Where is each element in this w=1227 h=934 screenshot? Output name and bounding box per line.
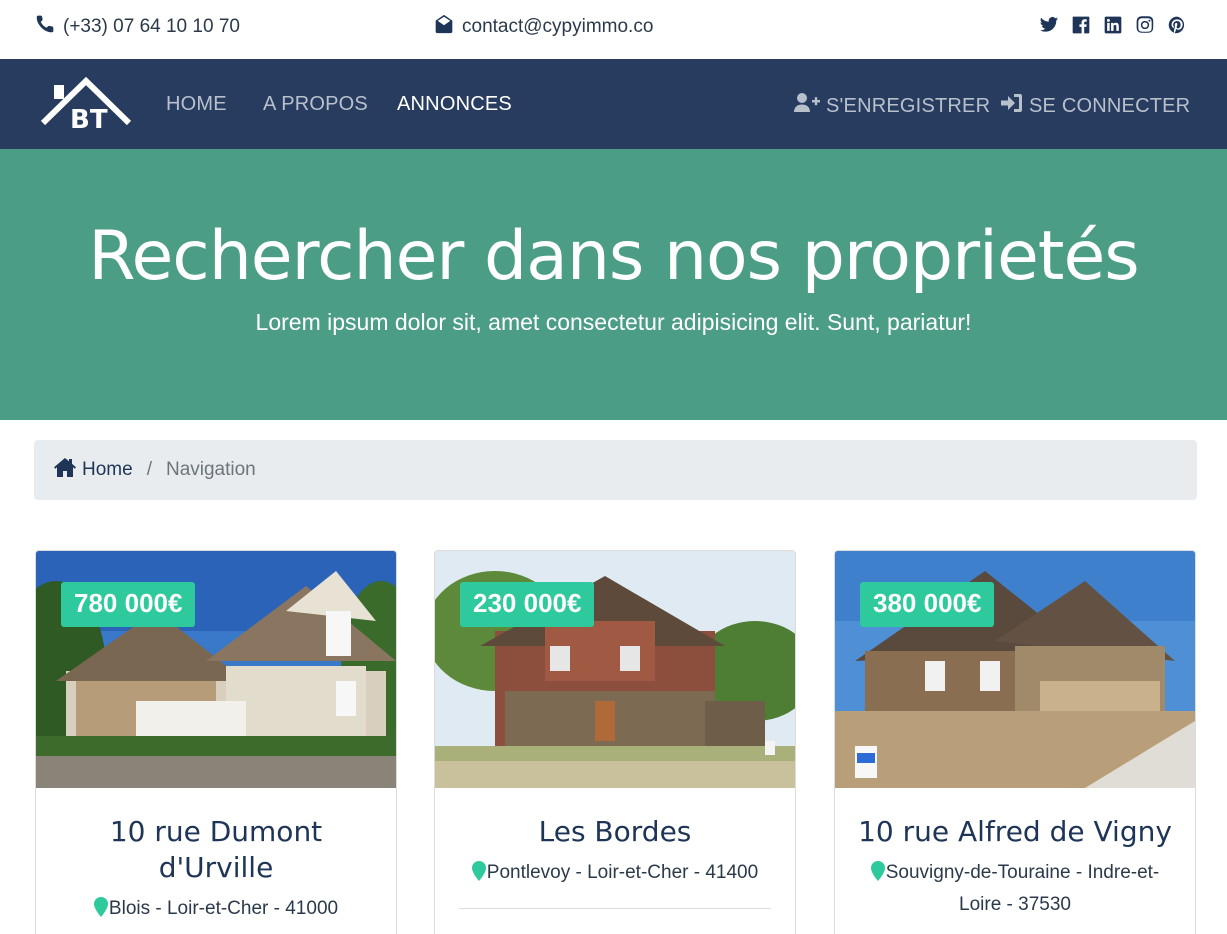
listing-title[interactable]: Les Bordes (453, 814, 777, 850)
card-body: Les Bordes Pontlevoy - Loir-et-Cher - 41… (435, 788, 795, 909)
nav-listings[interactable]: ANNONCES (397, 93, 512, 116)
listing-title[interactable]: 10 rue Alfred de Vigny (853, 814, 1177, 850)
login-label: SE CONNECTER (1029, 94, 1191, 117)
sign-in-icon (1001, 93, 1023, 119)
register-label: S'ENREGISTRER (826, 94, 991, 117)
card-body: 10 rue Alfred de Vigny Souvigny-de-Toura… (835, 788, 1195, 919)
envelope-open-icon (434, 14, 454, 40)
price-badge: 230 000€ (460, 582, 595, 627)
location-text: Souvigny-de-Touraine - Indre-et-Loire - … (885, 862, 1160, 915)
email-contact[interactable]: contact@cypyimmo.co (434, 14, 653, 40)
map-marker-icon (870, 861, 885, 890)
contact-bar: (+33) 07 64 10 10 70 contact@cypyimmo.co (0, 0, 1227, 59)
price-badge: 780 000€ (61, 582, 196, 627)
breadcrumb-home-label: Home (82, 459, 133, 480)
main-navbar: BT HOME A PROPOS ANNONCES S'ENREGISTRER … (0, 59, 1227, 149)
listing-title[interactable]: 10 rue Dumont d'Urville (54, 814, 378, 886)
listing-location: Pontlevoy - Loir-et-Cher - 41400 (453, 858, 777, 890)
property-photo[interactable]: 230 000€ (435, 551, 795, 788)
instagram-icon[interactable] (1135, 15, 1155, 35)
nav-about[interactable]: A PROPOS (263, 93, 368, 116)
breadcrumb-current: Navigation (165, 459, 256, 480)
card-divider (459, 908, 771, 909)
breadcrumb-home[interactable]: Home (54, 457, 133, 483)
location-text: Pontlevoy - Loir-et-Cher - 41400 (486, 862, 759, 883)
linkedin-icon[interactable] (1103, 15, 1123, 35)
site-logo[interactable]: BT (40, 76, 132, 135)
phone-icon (35, 14, 55, 40)
nav-login[interactable]: SE CONNECTER (1001, 93, 1190, 119)
phone-contact[interactable]: (+33) 07 64 10 10 70 (35, 14, 240, 40)
nav-register[interactable]: S'ENREGISTRER (794, 93, 990, 119)
hero-banner: Rechercher dans nos proprietés Lorem ips… (0, 149, 1227, 420)
twitter-icon[interactable] (1039, 15, 1059, 35)
pinterest-icon[interactable] (1167, 15, 1187, 35)
listing-location: Souvigny-de-Touraine - Indre-et-Loire - … (853, 858, 1177, 919)
logo-text: BT (70, 105, 108, 133)
home-icon (54, 457, 76, 483)
user-plus-icon (794, 93, 820, 119)
card-body: 10 rue Dumont d'Urville Blois - Loir-et-… (36, 788, 396, 926)
map-marker-icon (471, 861, 486, 890)
listing-card[interactable]: 380 000€ 10 rue Alfred de Vigny Souvigny… (834, 550, 1196, 934)
breadcrumb-separator: / (146, 459, 152, 480)
hero-title: Rechercher dans nos proprietés (88, 217, 1139, 296)
facebook-icon[interactable] (1071, 15, 1091, 35)
map-marker-icon (93, 897, 108, 926)
listing-location: Blois - Loir-et-Cher - 41000 (54, 894, 378, 926)
breadcrumb: Home / Navigation (34, 440, 1197, 500)
property-photo[interactable]: 380 000€ (835, 551, 1195, 788)
email-address: contact@cypyimmo.co (462, 16, 654, 37)
listing-card[interactable]: 780 000€ 10 rue Dumont d'Urville Blois -… (35, 550, 397, 934)
location-text: Blois - Loir-et-Cher - 41000 (108, 898, 339, 919)
hero-subtitle: Lorem ipsum dolor sit, amet consectetur … (255, 309, 972, 335)
property-photo[interactable]: 780 000€ (36, 551, 396, 788)
nav-home[interactable]: HOME (166, 93, 227, 116)
social-links (1039, 15, 1187, 35)
phone-number: (+33) 07 64 10 10 70 (63, 16, 240, 37)
listing-card[interactable]: 230 000€ Les Bordes Pontlevoy - Loir-et-… (434, 550, 796, 934)
price-badge: 380 000€ (860, 582, 995, 627)
